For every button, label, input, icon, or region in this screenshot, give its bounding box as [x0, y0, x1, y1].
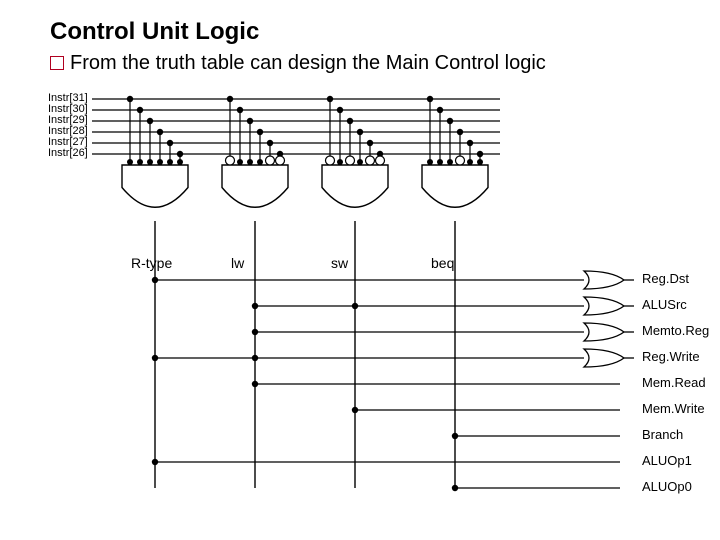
- gate-label-0: R-type: [131, 255, 172, 271]
- gate-label-3: beq: [431, 255, 454, 271]
- output-label-5: Mem.Write: [642, 401, 705, 416]
- diagram-root: Control Unit Logic From the truth table …: [0, 0, 720, 540]
- output-label-4: Mem.Read: [642, 375, 706, 390]
- output-label-7: ALUOp1: [642, 453, 692, 468]
- output-label-6: Branch: [642, 427, 683, 442]
- output-label-1: ALUSrc: [642, 297, 687, 312]
- output-label-0: Reg.Dst: [642, 271, 689, 286]
- input-label-5: Instr[26]: [48, 147, 88, 159]
- output-label-8: ALUOp0: [642, 479, 692, 494]
- output-label-3: Reg.Write: [642, 349, 700, 364]
- output-label-2: Memto.Reg: [642, 323, 709, 338]
- gate-label-2: sw: [331, 255, 348, 271]
- gate-label-1: lw: [231, 255, 244, 271]
- logic-svg: [0, 0, 720, 540]
